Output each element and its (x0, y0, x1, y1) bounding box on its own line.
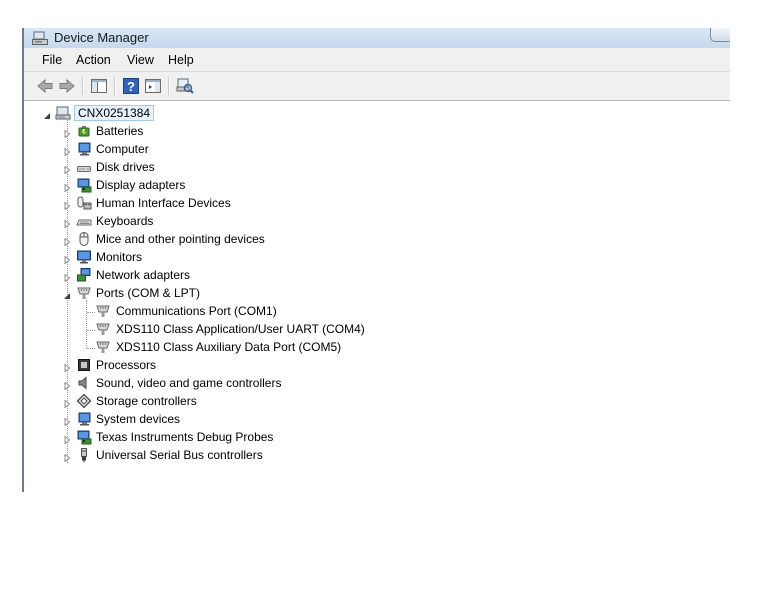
system-device-icon (76, 411, 92, 427)
tree-item-keyboards[interactable]: Keyboards (24, 212, 424, 230)
tree-item-mice[interactable]: Mice and other pointing devices (24, 230, 424, 248)
device-tree: CNX0251384 Batteries Computer Disk drive… (24, 102, 730, 492)
toolbar: ? (24, 72, 730, 101)
tree-item-ti-debug-probes[interactable]: Texas Instruments Debug Probes (24, 428, 424, 446)
back-arrow-icon[interactable] (36, 77, 54, 95)
menu-help[interactable]: Help (168, 53, 194, 67)
expand-arrow-icon[interactable] (63, 181, 71, 193)
usb-icon (76, 447, 92, 463)
expand-arrow-icon[interactable] (63, 235, 71, 247)
expand-arrow-icon[interactable] (63, 361, 71, 373)
expand-arrow-icon[interactable] (63, 415, 71, 427)
storage-controller-icon (76, 393, 92, 409)
expand-arrow-icon[interactable] (63, 433, 71, 445)
forward-arrow-icon[interactable] (58, 77, 76, 95)
monitor-icon (76, 249, 92, 265)
expand-arrow-icon[interactable] (63, 127, 71, 139)
tree-item-sound-video-game[interactable]: Sound, video and game controllers (24, 374, 424, 392)
scan-hardware-icon[interactable] (176, 77, 194, 95)
display-adapter-icon (76, 177, 92, 193)
tree-item-monitors[interactable]: Monitors (24, 248, 424, 266)
mouse-icon (76, 231, 92, 247)
menu-action[interactable]: Action (76, 53, 111, 67)
port-icon (95, 339, 111, 355)
window-control-button[interactable] (710, 28, 730, 42)
tree-item-ports[interactable]: Ports (COM & LPT) (24, 284, 424, 302)
show-hide-console-tree-icon[interactable] (90, 77, 108, 95)
battery-icon (76, 123, 92, 139)
tree-item-storage-controllers[interactable]: Storage controllers (24, 392, 424, 410)
help-icon[interactable]: ? (122, 77, 140, 95)
hid-icon (76, 195, 92, 211)
expand-arrow-icon[interactable] (63, 199, 71, 211)
collapse-arrow-icon[interactable] (63, 289, 71, 299)
device-manager-window: Device Manager File Action View Help ? C… (22, 28, 730, 492)
expand-arrow-icon[interactable] (63, 253, 71, 265)
title-bar[interactable]: Device Manager (24, 28, 730, 48)
tree-item-com1[interactable]: Communications Port (COM1) (24, 302, 424, 320)
expand-arrow-icon[interactable] (63, 379, 71, 391)
tree-item-com5[interactable]: XDS110 Class Auxiliary Data Port (COM5) (24, 338, 424, 356)
tree-item-com4[interactable]: XDS110 Class Application/User UART (COM4… (24, 320, 424, 338)
debug-probe-icon (76, 429, 92, 445)
menu-bar: File Action View Help (24, 48, 730, 72)
port-icon (95, 321, 111, 337)
window-title: Device Manager (54, 30, 149, 45)
tree-item-processors[interactable]: Processors (24, 356, 424, 374)
expand-arrow-icon[interactable] (63, 163, 71, 175)
tree-item-usb-controllers[interactable]: Universal Serial Bus controllers (24, 446, 424, 464)
tree-item-disk-drives[interactable]: Disk drives (24, 158, 424, 176)
computer-icon (55, 105, 71, 121)
speaker-icon (76, 375, 92, 391)
menu-file[interactable]: File (42, 53, 62, 67)
processor-icon (76, 357, 92, 373)
collapse-arrow-icon[interactable] (43, 109, 51, 119)
expand-arrow-icon[interactable] (63, 217, 71, 229)
tree-item-system-devices[interactable]: System devices (24, 410, 424, 428)
keyboard-icon (76, 213, 92, 229)
device-manager-icon (32, 31, 48, 48)
menu-view[interactable]: View (127, 53, 154, 67)
expand-arrow-icon[interactable] (63, 271, 71, 283)
port-icon (95, 303, 111, 319)
computer-icon (76, 141, 92, 157)
port-icon (76, 285, 92, 301)
properties-pane-icon[interactable] (144, 77, 162, 95)
tree-item-batteries[interactable]: Batteries (24, 122, 424, 140)
tree-item-network-adapters[interactable]: Network adapters (24, 266, 424, 284)
expand-arrow-icon[interactable] (63, 451, 71, 463)
disk-drive-icon (76, 159, 92, 175)
tree-item-human-interface-devices[interactable]: Human Interface Devices (24, 194, 424, 212)
tree-item-computer[interactable]: Computer (24, 140, 424, 158)
expand-arrow-icon[interactable] (63, 145, 71, 157)
network-adapter-icon (76, 267, 92, 283)
expand-arrow-icon[interactable] (63, 397, 71, 409)
computer-name-label: CNX0251384 (74, 105, 155, 121)
svg-text:?: ? (127, 79, 135, 94)
tree-item-display-adapters[interactable]: Display adapters (24, 176, 424, 194)
tree-root[interactable]: CNX0251384 (24, 104, 424, 122)
